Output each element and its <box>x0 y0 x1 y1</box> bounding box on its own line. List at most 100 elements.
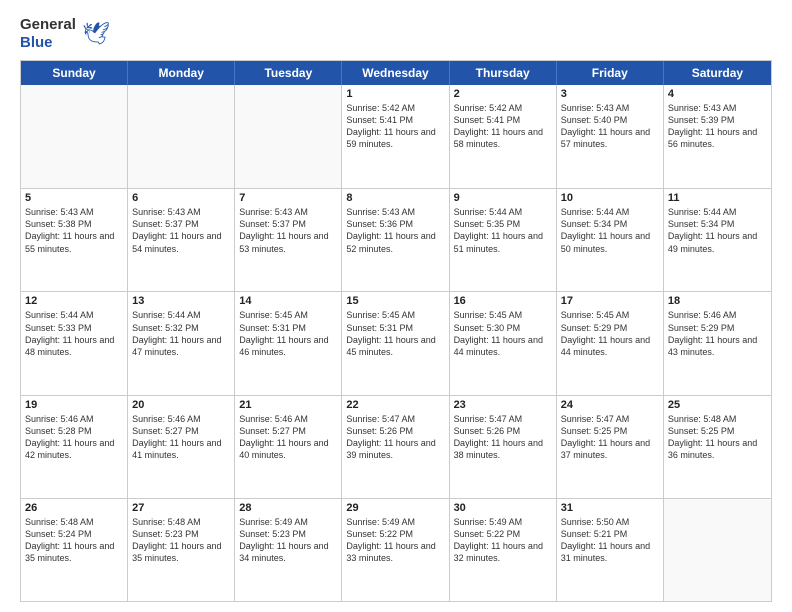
calendar-cell: 24 Sunrise: 5:47 AMSunset: 5:25 PMDayligh… <box>557 396 664 498</box>
cell-info: Sunrise: 5:48 AMSunset: 5:25 PMDaylight:… <box>668 413 767 462</box>
calendar-row-1: 1 Sunrise: 5:42 AMSunset: 5:41 PMDaylight… <box>21 85 771 188</box>
calendar-cell: 22 Sunrise: 5:47 AMSunset: 5:26 PMDayligh… <box>342 396 449 498</box>
day-number: 27 <box>132 502 230 514</box>
cell-info: Sunrise: 5:49 AMSunset: 5:22 PMDaylight:… <box>454 516 552 565</box>
cell-info: Sunrise: 5:43 AMSunset: 5:39 PMDaylight:… <box>668 102 767 151</box>
calendar-row-2: 5Sunrise: 5:43 AMSunset: 5:38 PMDaylight… <box>21 188 771 291</box>
day-number: 1 <box>346 88 444 100</box>
cell-info: Sunrise: 5:46 AMSunset: 5:27 PMDaylight:… <box>132 413 230 462</box>
calendar-cell: 5Sunrise: 5:43 AMSunset: 5:38 PMDaylight… <box>21 189 128 291</box>
logo-bird-icon: 🕊 <box>82 21 110 47</box>
day-number: 28 <box>239 502 337 514</box>
day-number: 10 <box>561 192 659 204</box>
weekday-header-monday: Monday <box>128 61 235 85</box>
cell-info: Sunrise: 5:46 AMSunset: 5:27 PMDaylight:… <box>239 413 337 462</box>
day-number: 30 <box>454 502 552 514</box>
day-number: 29 <box>346 502 444 514</box>
day-number: 2 <box>454 88 552 100</box>
calendar-cell: 31Sunrise: 5:50 AMSunset: 5:21 PMDayligh… <box>557 499 664 601</box>
calendar-cell: 9 Sunrise: 5:44 AMSunset: 5:35 PMDaylight… <box>450 189 557 291</box>
calendar-cell: 14Sunrise: 5:45 AMSunset: 5:31 PMDayligh… <box>235 292 342 394</box>
calendar-cell: 7 Sunrise: 5:43 AMSunset: 5:37 PMDaylight… <box>235 189 342 291</box>
cell-info: Sunrise: 5:46 AMSunset: 5:28 PMDaylight:… <box>25 413 123 462</box>
cell-info: Sunrise: 5:48 AMSunset: 5:24 PMDaylight:… <box>25 516 123 565</box>
cell-info: Sunrise: 5:43 AMSunset: 5:37 PMDaylight:… <box>132 206 230 255</box>
page: General Blue 🕊 SundayMondayTuesdayWednes… <box>0 0 792 612</box>
cell-info: Sunrise: 5:44 AMSunset: 5:34 PMDaylight:… <box>668 206 767 255</box>
calendar-body: 1 Sunrise: 5:42 AMSunset: 5:41 PMDaylight… <box>21 85 771 601</box>
calendar-cell: 23 Sunrise: 5:47 AMSunset: 5:26 PMDayligh… <box>450 396 557 498</box>
cell-info: Sunrise: 5:46 AMSunset: 5:29 PMDaylight:… <box>668 309 767 358</box>
calendar-cell: 15Sunrise: 5:45 AMSunset: 5:31 PMDayligh… <box>342 292 449 394</box>
calendar-row-5: 26 Sunrise: 5:48 AMSunset: 5:24 PMDayligh… <box>21 498 771 601</box>
calendar-cell: 3 Sunrise: 5:43 AMSunset: 5:40 PMDaylight… <box>557 85 664 188</box>
weekday-header-wednesday: Wednesday <box>342 61 449 85</box>
cell-info: Sunrise: 5:43 AMSunset: 5:38 PMDaylight:… <box>25 206 123 255</box>
cell-info: Sunrise: 5:45 AMSunset: 5:30 PMDaylight:… <box>454 309 552 358</box>
calendar-cell: 6 Sunrise: 5:43 AMSunset: 5:37 PMDaylight… <box>128 189 235 291</box>
cell-info: Sunrise: 5:44 AMSunset: 5:35 PMDaylight:… <box>454 206 552 255</box>
calendar-cell: 28Sunrise: 5:49 AMSunset: 5:23 PMDayligh… <box>235 499 342 601</box>
calendar: SundayMondayTuesdayWednesdayThursdayFrid… <box>20 60 772 602</box>
day-number: 9 <box>454 192 552 204</box>
cell-info: Sunrise: 5:47 AMSunset: 5:26 PMDaylight:… <box>346 413 444 462</box>
logo-general: General <box>20 16 76 33</box>
cell-info: Sunrise: 5:45 AMSunset: 5:29 PMDaylight:… <box>561 309 659 358</box>
cell-info: Sunrise: 5:44 AMSunset: 5:33 PMDaylight:… <box>25 309 123 358</box>
calendar-cell: 13Sunrise: 5:44 AMSunset: 5:32 PMDayligh… <box>128 292 235 394</box>
calendar-row-3: 12 Sunrise: 5:44 AMSunset: 5:33 PMDayligh… <box>21 291 771 394</box>
day-number: 23 <box>454 399 552 411</box>
day-number: 21 <box>239 399 337 411</box>
cell-info: Sunrise: 5:43 AMSunset: 5:40 PMDaylight:… <box>561 102 659 151</box>
cell-info: Sunrise: 5:45 AMSunset: 5:31 PMDaylight:… <box>239 309 337 358</box>
day-number: 13 <box>132 295 230 307</box>
cell-info: Sunrise: 5:48 AMSunset: 5:23 PMDaylight:… <box>132 516 230 565</box>
cell-info: Sunrise: 5:47 AMSunset: 5:25 PMDaylight:… <box>561 413 659 462</box>
logo-blue: Blue <box>20 34 53 51</box>
day-number: 17 <box>561 295 659 307</box>
day-number: 26 <box>25 502 123 514</box>
cell-info: Sunrise: 5:43 AMSunset: 5:36 PMDaylight:… <box>346 206 444 255</box>
calendar-cell: 10 Sunrise: 5:44 AMSunset: 5:34 PMDayligh… <box>557 189 664 291</box>
day-number: 18 <box>668 295 767 307</box>
weekday-header-saturday: Saturday <box>664 61 771 85</box>
weekday-header-tuesday: Tuesday <box>235 61 342 85</box>
weekday-header-friday: Friday <box>557 61 664 85</box>
calendar-cell <box>128 85 235 188</box>
cell-info: Sunrise: 5:42 AMSunset: 5:41 PMDaylight:… <box>346 102 444 151</box>
calendar-header: SundayMondayTuesdayWednesdayThursdayFrid… <box>21 61 771 85</box>
calendar-cell <box>21 85 128 188</box>
calendar-cell: 30 Sunrise: 5:49 AMSunset: 5:22 PMDayligh… <box>450 499 557 601</box>
weekday-header-thursday: Thursday <box>450 61 557 85</box>
day-number: 8 <box>346 192 444 204</box>
calendar-cell: 12 Sunrise: 5:44 AMSunset: 5:33 PMDayligh… <box>21 292 128 394</box>
day-number: 7 <box>239 192 337 204</box>
cell-info: Sunrise: 5:50 AMSunset: 5:21 PMDaylight:… <box>561 516 659 565</box>
calendar-cell: 2 Sunrise: 5:42 AMSunset: 5:41 PMDaylight… <box>450 85 557 188</box>
cell-info: Sunrise: 5:49 AMSunset: 5:22 PMDaylight:… <box>346 516 444 565</box>
calendar-cell: 17 Sunrise: 5:45 AMSunset: 5:29 PMDayligh… <box>557 292 664 394</box>
day-number: 24 <box>561 399 659 411</box>
cell-info: Sunrise: 5:43 AMSunset: 5:37 PMDaylight:… <box>239 206 337 255</box>
day-number: 11 <box>668 192 767 204</box>
day-number: 22 <box>346 399 444 411</box>
calendar-cell: 18 Sunrise: 5:46 AMSunset: 5:29 PMDayligh… <box>664 292 771 394</box>
calendar-row-4: 19 Sunrise: 5:46 AMSunset: 5:28 PMDayligh… <box>21 395 771 498</box>
day-number: 20 <box>132 399 230 411</box>
weekday-header-sunday: Sunday <box>21 61 128 85</box>
calendar-cell: 16Sunrise: 5:45 AMSunset: 5:30 PMDayligh… <box>450 292 557 394</box>
day-number: 19 <box>25 399 123 411</box>
cell-info: Sunrise: 5:42 AMSunset: 5:41 PMDaylight:… <box>454 102 552 151</box>
calendar-cell: 1 Sunrise: 5:42 AMSunset: 5:41 PMDaylight… <box>342 85 449 188</box>
day-number: 3 <box>561 88 659 100</box>
calendar-cell: 11 Sunrise: 5:44 AMSunset: 5:34 PMDayligh… <box>664 189 771 291</box>
day-number: 4 <box>668 88 767 100</box>
logo: General Blue 🕊 <box>20 16 110 52</box>
cell-info: Sunrise: 5:44 AMSunset: 5:34 PMDaylight:… <box>561 206 659 255</box>
day-number: 6 <box>132 192 230 204</box>
calendar-cell: 25Sunrise: 5:48 AMSunset: 5:25 PMDayligh… <box>664 396 771 498</box>
day-number: 12 <box>25 295 123 307</box>
cell-info: Sunrise: 5:47 AMSunset: 5:26 PMDaylight:… <box>454 413 552 462</box>
cell-info: Sunrise: 5:45 AMSunset: 5:31 PMDaylight:… <box>346 309 444 358</box>
calendar-cell <box>664 499 771 601</box>
